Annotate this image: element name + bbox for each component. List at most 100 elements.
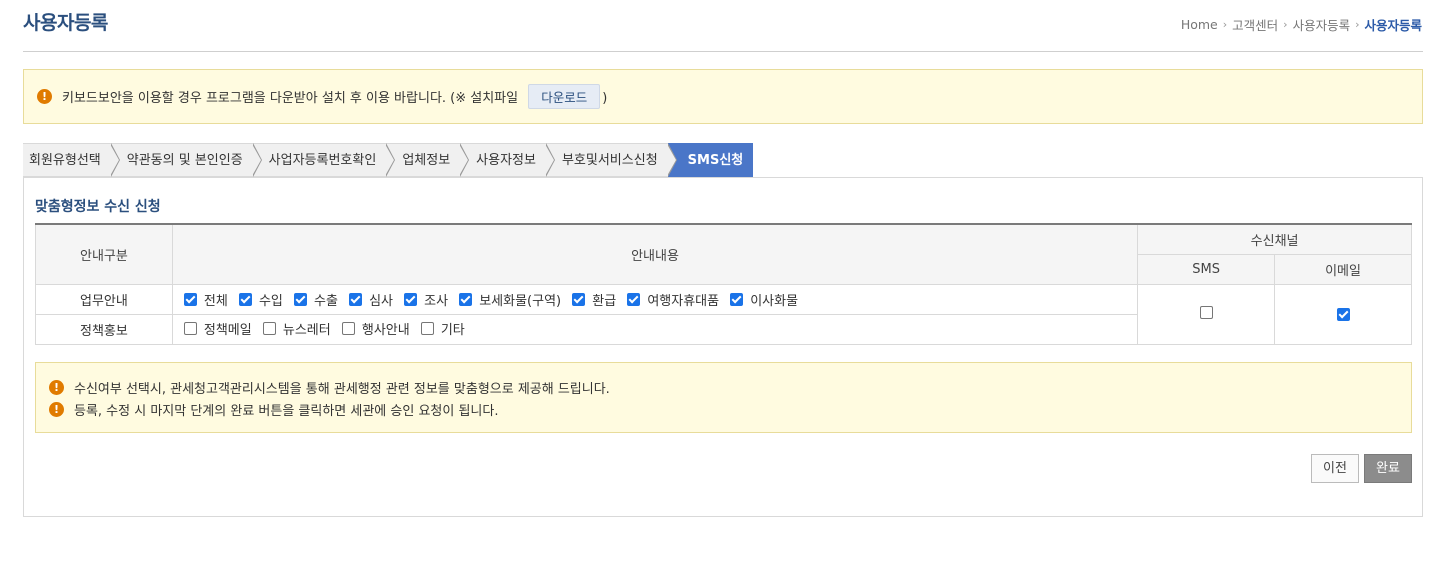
step-arrow [385, 143, 396, 177]
done-button[interactable]: 완료 [1364, 454, 1412, 483]
checkbox[interactable] [262, 322, 276, 335]
option-label: 이사화물 [750, 293, 799, 309]
checkbox[interactable] [349, 292, 363, 306]
exclamation-circle-icon: ! [37, 89, 52, 104]
chevron-right-icon: › [1222, 18, 1228, 31]
chevron-right-icon: › [1355, 18, 1360, 31]
step-arrow [251, 143, 262, 177]
registration-steps: 회원유형선택 약관동의 및 본인인증 사업자등록번호확인 업체정보 사용자정보 … [23, 143, 754, 177]
row-label-policy: 정책홍보 [35, 313, 173, 345]
option-investigation[interactable]: 조사 [404, 290, 448, 309]
step-label: SMS신청 [687, 153, 744, 168]
notice-line: ! 수신여부 선택시, 관세청고객관리시스템을 통해 관세행정 관련 정보를 맞… [49, 376, 1411, 398]
option-label: 수출 [314, 293, 338, 309]
channel-sms-cell [1137, 283, 1276, 345]
header-email: 이메일 [1274, 253, 1412, 285]
option-label: 행사안내 [361, 323, 410, 338]
notice-text: 등록, 수정 시 마지막 단계의 완료 버튼을 클릭하면 세관에 승인 요청이 … [74, 403, 499, 419]
notice-suffix: ) [602, 91, 608, 106]
option-export[interactable]: 수출 [294, 290, 338, 309]
checkbox[interactable] [294, 292, 308, 306]
checkbox[interactable] [183, 322, 197, 335]
row-label-business: 업무안내 [35, 283, 173, 315]
step-arrow [459, 143, 470, 177]
keyboard-security-notice: ! 키보드보안을 이용할 경우 프로그램을 다운받아 설치 후 이용 바랍니다.… [23, 69, 1423, 124]
notice-text: 수신여부 선택시, 관세청고객관리시스템을 통해 관세행정 관련 정보를 맞춤형… [74, 381, 610, 397]
notice-line: ! 등록, 수정 시 마지막 단계의 완료 버튼을 클릭하면 세관에 승인 요청… [49, 398, 1411, 420]
header-category: 안내구분 [35, 223, 173, 285]
notice-text: 키보드보안을 이용할 경우 프로그램을 다운받아 설치 후 이용 바랍니다. (… [62, 91, 519, 106]
step-arrow [544, 143, 555, 177]
sms-panel: 맞춤형정보 수신 신청 안내구분 안내내용 수신채널 SMS 이메일 업무안내 … [23, 177, 1423, 517]
subscription-table: 안내구분 안내내용 수신채널 SMS 이메일 업무안내 전체 수입 수출 심사 … [35, 223, 1412, 345]
header-channel: 수신채널 [1137, 223, 1412, 255]
option-moving-cargo[interactable]: 이사화물 [730, 290, 798, 309]
option-traveler-goods[interactable]: 여행자휴대품 [627, 290, 719, 309]
breadcrumb: Home › 고객센터 › 사용자등록 › 사용자등록 [1181, 15, 1422, 34]
table-row: 업무안내 전체 수입 수출 심사 조사 보세화물(구역) 환급 여행자휴대품 이… [35, 283, 1412, 345]
breadcrumb-home[interactable]: Home [1181, 17, 1218, 32]
breadcrumb-user-registration[interactable]: 사용자등록 [1293, 15, 1351, 34]
policy-options: 정책메일 뉴스레터 행사안내 기타 [171, 313, 1139, 345]
option-events[interactable]: 행사안내 [341, 319, 410, 338]
checkbox[interactable] [238, 292, 252, 306]
exclamation-circle-icon: ! [49, 401, 64, 417]
checkbox[interactable] [459, 292, 473, 306]
checkbox[interactable] [341, 322, 355, 335]
checkbox[interactable] [730, 292, 744, 306]
option-bonded-cargo[interactable]: 보세화물(구역) [459, 290, 561, 309]
option-import[interactable]: 수입 [238, 290, 283, 309]
option-label: 전체 [203, 293, 228, 309]
step-label: 사업자등록번호확인 [268, 153, 377, 168]
header-content: 안내내용 [171, 223, 1139, 285]
step-terms-agreement: 약관동의 및 본인인증 [110, 143, 262, 177]
step-business-number: 사업자등록번호확인 [252, 143, 396, 177]
option-other[interactable]: 기타 [420, 319, 465, 338]
prev-button[interactable]: 이전 [1311, 454, 1359, 483]
checkbox[interactable] [627, 292, 641, 306]
email-checkbox[interactable] [1336, 307, 1350, 321]
breadcrumb-current: 사용자등록 [1364, 18, 1422, 33]
option-label: 조사 [424, 293, 449, 309]
checkbox[interactable] [572, 292, 586, 306]
sms-checkbox[interactable] [1199, 305, 1213, 319]
option-label: 환급 [592, 293, 617, 309]
option-refund[interactable]: 환급 [572, 290, 616, 309]
step-arrow [666, 143, 677, 177]
step-label: 업체정보 [402, 153, 451, 168]
checkbox[interactable] [420, 322, 434, 335]
checkbox[interactable] [404, 292, 418, 306]
header-sms: SMS [1137, 253, 1276, 285]
option-label: 심사 [369, 293, 393, 309]
section-title: 맞춤형정보 수신 신청 [35, 199, 161, 215]
step-user-info: 사용자정보 [460, 143, 555, 177]
download-button[interactable]: 다운로드 [528, 84, 601, 109]
chevron-right-icon: › [1283, 18, 1288, 31]
page-title: 사용자등록 [23, 12, 108, 34]
step-member-type: 회원유형선택 [23, 143, 120, 177]
step-company-info: 업체정보 [386, 143, 470, 177]
checkbox[interactable] [183, 292, 197, 306]
step-label: 사용자정보 [476, 153, 536, 168]
option-label: 정책메일 [203, 323, 252, 338]
step-label: 부호및서비스신청 [561, 153, 658, 168]
business-options: 전체 수입 수출 심사 조사 보세화물(구역) 환급 여행자휴대품 이사화물 [171, 283, 1139, 315]
channel-email-cell [1274, 283, 1412, 345]
step-label: 약관동의 및 본인인증 [126, 153, 243, 168]
step-sms-active: SMS신청 [667, 143, 754, 177]
option-review[interactable]: 심사 [349, 290, 393, 309]
subscription-notice: ! 수신여부 선택시, 관세청고객관리시스템을 통해 관세행정 관련 정보를 맞… [35, 362, 1412, 433]
option-label: 수입 [258, 293, 283, 309]
option-all[interactable]: 전체 [183, 290, 228, 309]
option-label: 보세화물(구역) [479, 293, 562, 309]
exclamation-circle-icon: ! [49, 379, 64, 395]
option-policy-mail[interactable]: 정책메일 [183, 319, 252, 338]
option-label: 뉴스레터 [282, 323, 331, 338]
step-label: 회원유형선택 [29, 153, 101, 168]
step-arrow [109, 143, 120, 177]
breadcrumb-customer-center[interactable]: 고객센터 [1232, 15, 1278, 34]
option-label: 기타 [440, 323, 465, 338]
title-divider [23, 51, 1423, 52]
option-newsletter[interactable]: 뉴스레터 [262, 319, 331, 338]
step-code-service: 부호및서비스신청 [545, 143, 677, 177]
